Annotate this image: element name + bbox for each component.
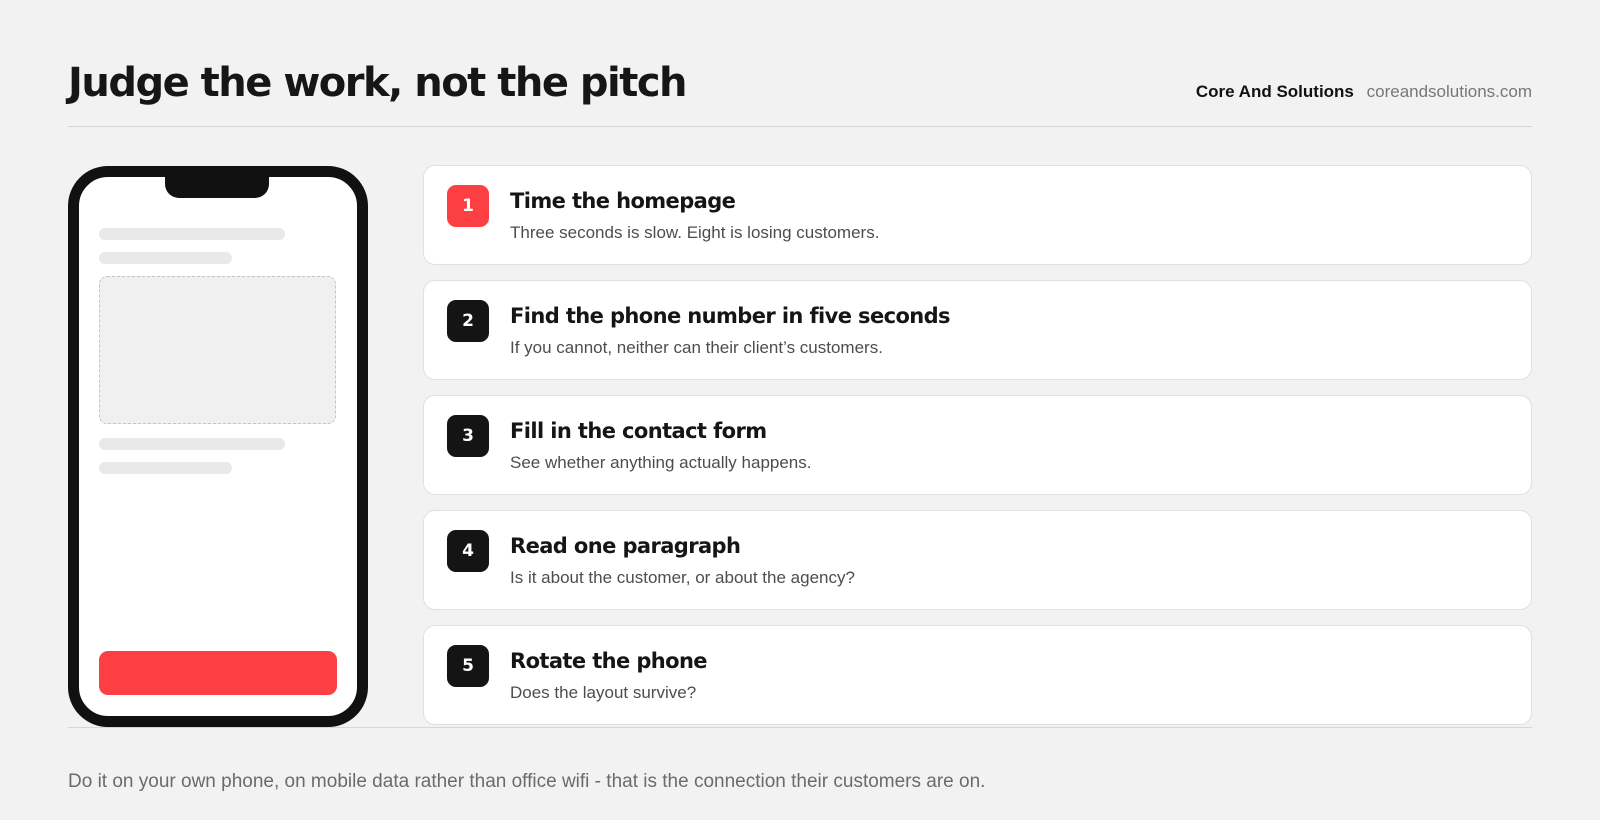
phone-notch <box>165 177 269 198</box>
brand: Core And Solutions coreandsolutions.com <box>1196 82 1532 102</box>
steps-list: 1 Time the homepage Three seconds is slo… <box>423 165 1532 740</box>
step-title: Fill in the contact form <box>510 419 767 443</box>
skeleton-line <box>99 228 285 240</box>
step-title: Find the phone number in five seconds <box>510 304 951 328</box>
skeleton-line <box>99 462 232 474</box>
step-number-badge: 2 <box>447 300 489 342</box>
footer-note: Do it on your own phone, on mobile data … <box>68 771 986 792</box>
step-number-badge: 3 <box>447 415 489 457</box>
skeleton-line <box>99 438 285 450</box>
phone-cta-bar <box>99 651 337 695</box>
step-card-3: 3 Fill in the contact form See whether a… <box>423 395 1532 495</box>
step-title: Read one paragraph <box>510 534 741 558</box>
step-card-5: 5 Rotate the phone Does the layout survi… <box>423 625 1532 725</box>
step-description: Three seconds is slow. Eight is losing c… <box>510 223 880 242</box>
step-number-badge: 4 <box>447 530 489 572</box>
step-card-2: 2 Find the phone number in five seconds … <box>423 280 1532 380</box>
step-number-badge: 5 <box>447 645 489 687</box>
step-description: Is it about the customer, or about the a… <box>510 568 855 587</box>
page-footer: Do it on your own phone, on mobile data … <box>68 727 1532 792</box>
step-number-badge: 1 <box>447 185 489 227</box>
skeleton-image-placeholder <box>99 276 336 424</box>
skeleton-line <box>99 252 232 264</box>
step-card-1: 1 Time the homepage Three seconds is slo… <box>423 165 1532 265</box>
step-description: See whether anything actually happens. <box>510 453 812 472</box>
brand-url[interactable]: coreandsolutions.com <box>1367 82 1532 101</box>
phone-illustration <box>68 166 368 727</box>
page-header: Judge the work, not the pitch Core And S… <box>68 54 1532 127</box>
step-title: Rotate the phone <box>510 649 708 673</box>
step-description: Does the layout survive? <box>510 683 697 702</box>
step-title: Time the homepage <box>510 189 736 213</box>
page-title: Judge the work, not the pitch <box>68 60 688 106</box>
brand-name: Core And Solutions <box>1195 82 1354 101</box>
step-card-4: 4 Read one paragraph Is it about the cus… <box>423 510 1532 610</box>
step-description: If you cannot, neither can their client’… <box>510 338 883 357</box>
